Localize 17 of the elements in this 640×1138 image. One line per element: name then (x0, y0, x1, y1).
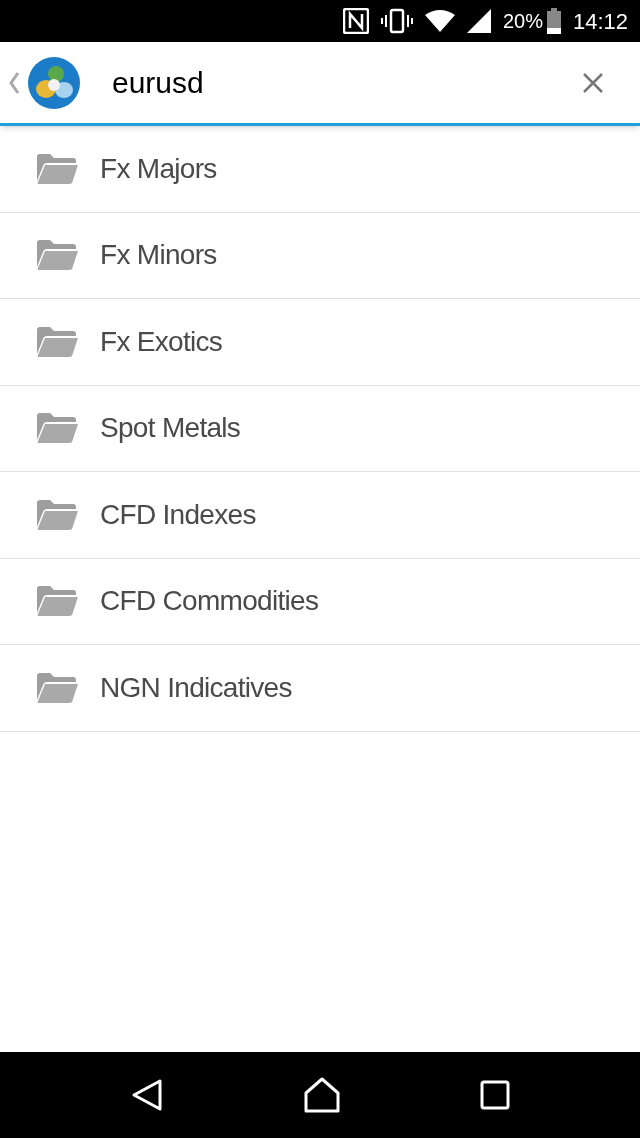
folder-label: Fx Majors (100, 151, 217, 186)
folder-label: CFD Commodities (100, 584, 319, 619)
folder-item[interactable]: Fx Exotics (0, 299, 640, 386)
folder-label: NGN Indicatives (100, 670, 292, 705)
folder-item[interactable]: Fx Minors (0, 212, 640, 299)
folder-item[interactable]: NGN Indicatives (0, 645, 640, 732)
folder-item[interactable]: CFD Commodities (0, 558, 640, 645)
folder-item[interactable]: Fx Majors (0, 126, 640, 213)
folder-label: CFD Indexes (100, 497, 256, 532)
search-field[interactable]: eurusd (112, 60, 582, 105)
folder-label: Fx Exotics (100, 324, 223, 359)
folder-label: Spot Metals (100, 411, 241, 446)
folder-label: Fx Minors (100, 238, 217, 273)
folder-item[interactable]: CFD Indexes (0, 472, 640, 559)
folder-item[interactable]: Spot Metals (0, 385, 640, 472)
battery-percent: 20% (502, 9, 543, 34)
clock: 14:12 (572, 7, 628, 36)
